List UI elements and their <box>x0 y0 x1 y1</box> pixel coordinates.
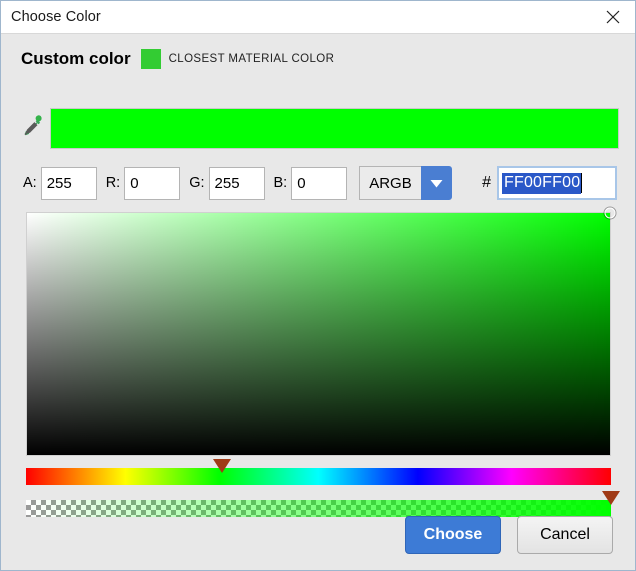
close-window-button[interactable] <box>591 1 635 33</box>
green-label: G: <box>189 175 205 191</box>
green-field-group: G: <box>189 166 265 200</box>
saturation-value-area[interactable] <box>26 207 616 456</box>
color-format-select[interactable]: ARGB <box>359 166 452 200</box>
hex-value: FF00FF00 <box>502 172 582 194</box>
red-label: R: <box>105 175 121 191</box>
value-gradient-overlay <box>27 213 610 455</box>
chevron-down-icon <box>420 166 452 200</box>
hex-field-group: # FF00FF00 <box>482 166 617 200</box>
blue-label: B: <box>273 175 288 191</box>
closest-material-swatch <box>140 49 161 69</box>
alpha-slider[interactable] <box>26 491 620 517</box>
window-title: Choose Color <box>11 9 101 25</box>
alpha-field-group: A: <box>23 166 97 200</box>
color-format-value: ARGB <box>359 166 421 200</box>
green-input[interactable] <box>208 166 265 200</box>
hex-prefix: # <box>482 174 491 191</box>
window-titlebar: Choose Color <box>1 1 635 34</box>
hue-slider[interactable] <box>26 459 611 485</box>
closest-material-label: CLOSEST MATERIAL COLOR <box>168 53 335 65</box>
text-caret <box>581 173 583 193</box>
alpha-input[interactable] <box>40 166 97 200</box>
blue-field-group: B: <box>273 166 348 200</box>
custom-color-label: Custom color <box>21 49 131 68</box>
choose-color-dialog: Choose Color Custom color CLOSEST MATERI… <box>0 0 636 571</box>
blue-input[interactable] <box>291 166 348 200</box>
hex-input[interactable]: FF00FF00 <box>497 166 617 200</box>
cancel-button[interactable]: Cancel <box>517 516 613 554</box>
choose-button[interactable]: Choose <box>405 516 501 554</box>
custom-color-header: Custom color CLOSEST MATERIAL COLOR <box>21 48 334 70</box>
color-preview-row <box>19 107 619 149</box>
red-field-group: R: <box>105 166 181 200</box>
dialog-body: Custom color CLOSEST MATERIAL COLOR A: 2… <box>1 34 635 570</box>
custom-color-preview[interactable] <box>50 107 619 149</box>
close-icon <box>605 9 621 25</box>
alpha-label: A: <box>23 175 37 191</box>
red-input[interactable] <box>124 166 181 200</box>
alpha-gradient-overlay <box>26 500 611 517</box>
eyedropper-icon <box>21 113 45 144</box>
color-channels-row: A: R: G: B: ARGB <box>23 165 617 201</box>
hue-slider-thumb[interactable] <box>212 459 231 473</box>
dialog-footer: Choose Cancel <box>405 516 613 554</box>
eyedropper-button[interactable] <box>19 108 47 148</box>
